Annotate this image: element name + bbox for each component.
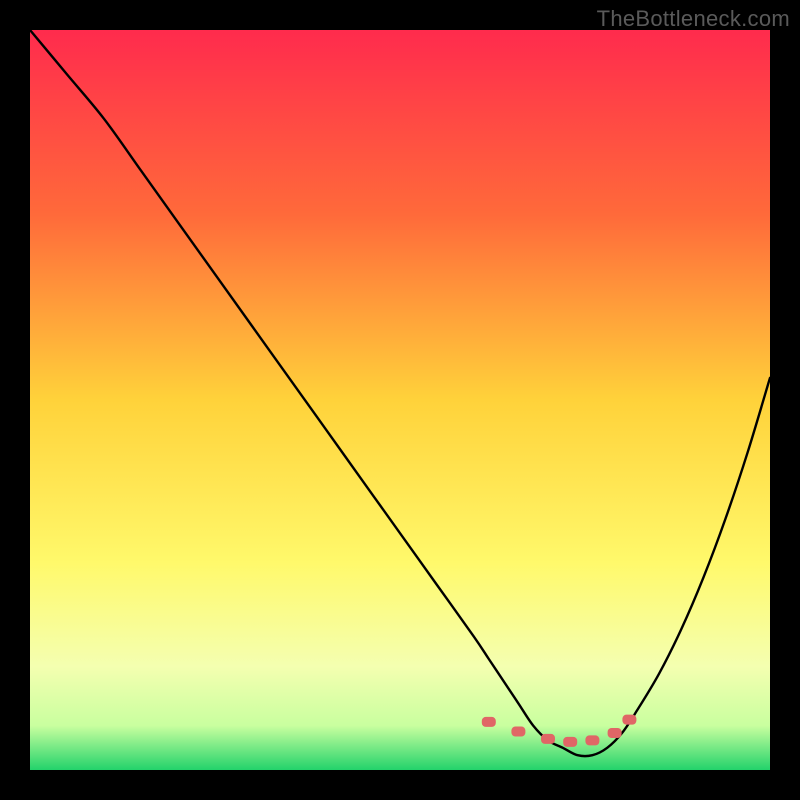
marker-point xyxy=(511,727,525,737)
marker-point xyxy=(563,737,577,747)
marker-point xyxy=(608,728,622,738)
chart-svg xyxy=(30,30,770,770)
marker-point xyxy=(482,717,496,727)
chart-background xyxy=(30,30,770,770)
watermark-text: TheBottleneck.com xyxy=(597,6,790,32)
chart-plot-area xyxy=(30,30,770,770)
marker-point xyxy=(585,735,599,745)
marker-point xyxy=(541,734,555,744)
marker-point xyxy=(622,715,636,725)
